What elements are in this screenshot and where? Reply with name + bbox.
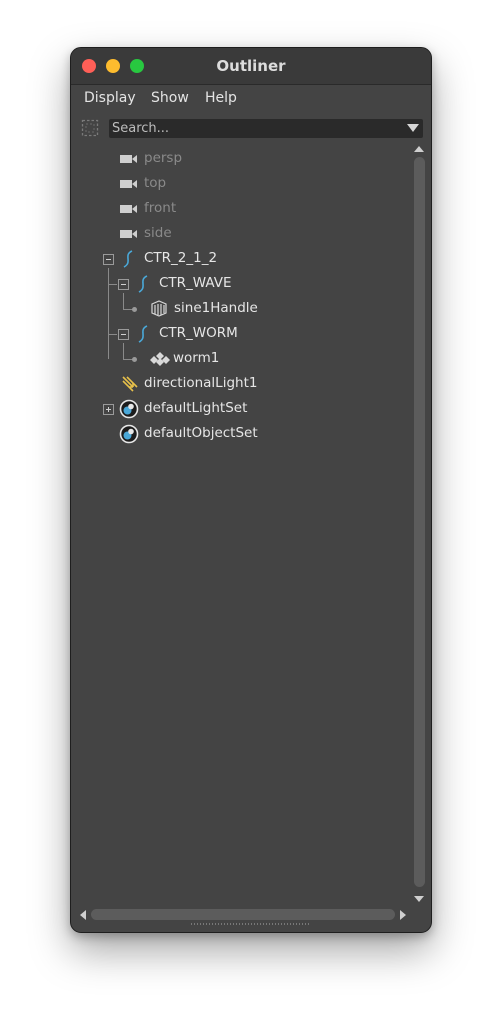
set-icon (119, 424, 139, 444)
outliner-item-label: worm1 (173, 350, 220, 366)
directional-light-icon (122, 376, 138, 392)
collapse-toggle-icon[interactable] (103, 254, 114, 265)
outliner-item-label: side (144, 225, 172, 241)
outliner-tree: persp top front side CTR_2_1_2 CTR_WAVE … (71, 144, 411, 904)
search-row (71, 116, 431, 142)
window-title: Outliner (216, 57, 286, 75)
menu-show[interactable]: Show (151, 90, 189, 106)
outliner-item-label: directionalLight1 (144, 375, 258, 391)
menu-display[interactable]: Display (84, 90, 136, 106)
outliner-item-ctr-worm[interactable]: CTR_WORM (71, 323, 401, 345)
outliner-item-worm1[interactable]: worm1 (71, 348, 401, 370)
camera-icon (120, 155, 137, 163)
outliner-item-top[interactable]: top (71, 173, 401, 195)
vertical-scroll-thumb[interactable] (414, 157, 425, 887)
search-input[interactable] (112, 119, 397, 138)
set-icon (119, 399, 139, 419)
menu-bar: Display Show Help (71, 85, 431, 113)
outliner-item-label: persp (144, 150, 183, 166)
outliner-item-defaultobjectset[interactable]: defaultObjectSet (71, 423, 401, 445)
outliner-item-label: CTR_WORM (159, 325, 238, 341)
scroll-up-arrow-icon[interactable] (414, 146, 424, 152)
outliner-item-label: front (144, 200, 177, 216)
diamond-cluster-icon (150, 352, 170, 366)
outliner-item-ctr-wave[interactable]: CTR_WAVE (71, 273, 401, 295)
outliner-window: Outliner Display Show Help p (70, 47, 432, 933)
outliner-item-label: CTR_WAVE (159, 275, 232, 291)
outliner-item-label: defaultObjectSet (144, 425, 258, 441)
outliner-item-directionallight1[interactable]: directionalLight1 (71, 373, 401, 395)
outliner-item-label: CTR_2_1_2 (144, 250, 218, 266)
collapse-toggle-icon[interactable] (118, 329, 129, 340)
curve-icon (138, 325, 148, 343)
search-field (109, 119, 423, 138)
filter-icon[interactable] (81, 119, 99, 137)
outliner-item-persp[interactable]: persp (71, 148, 401, 170)
vertical-scrollbar[interactable] (411, 144, 429, 904)
outliner-item-ctr-2-1-2[interactable]: CTR_2_1_2 (71, 248, 401, 270)
curve-icon (123, 250, 133, 268)
deformer-handle-icon (151, 300, 167, 317)
camera-icon (120, 205, 137, 213)
outliner-item-side[interactable]: side (71, 223, 401, 245)
outliner-item-label: defaultLightSet (144, 400, 248, 416)
outliner-item-front[interactable]: front (71, 198, 401, 220)
camera-icon (120, 180, 137, 188)
collapse-toggle-icon[interactable] (118, 279, 129, 290)
title-bar: Outliner (71, 48, 431, 85)
search-dropdown-arrow-icon[interactable] (407, 124, 419, 132)
scroll-down-arrow-icon[interactable] (414, 896, 424, 902)
outliner-item-sine1handle[interactable]: sine1Handle (71, 298, 401, 320)
outliner-item-label: top (144, 175, 167, 191)
curve-icon (138, 275, 148, 293)
scroll-right-arrow-icon[interactable] (400, 910, 406, 920)
resize-grip[interactable] (191, 923, 309, 925)
horizontal-scroll-thumb[interactable] (91, 909, 395, 920)
outliner-item-label: sine1Handle (174, 300, 258, 316)
camera-icon (120, 230, 137, 238)
horizontal-scrollbar[interactable] (71, 906, 411, 924)
expand-toggle-icon[interactable] (103, 404, 114, 415)
outliner-item-defaultlightset[interactable]: defaultLightSet (71, 398, 401, 420)
scroll-left-arrow-icon[interactable] (80, 910, 86, 920)
menu-help[interactable]: Help (205, 90, 237, 106)
